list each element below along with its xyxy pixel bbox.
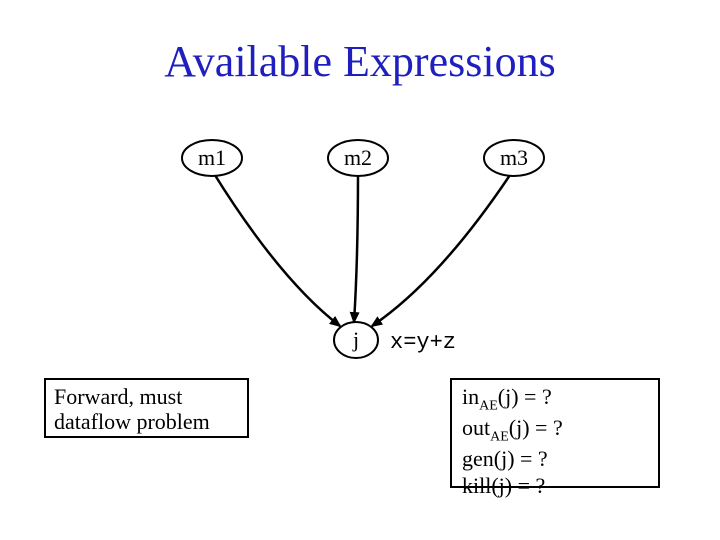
node-j-label: j xyxy=(352,327,359,352)
eqn-in-suffix: (j) = ? xyxy=(498,384,552,409)
node-m2-label: m2 xyxy=(344,145,372,170)
forward-line2: dataflow problem xyxy=(54,409,239,434)
eqn-in-sub: AE xyxy=(479,398,498,413)
forward-line1: Forward, must xyxy=(54,384,239,409)
eqn-out: outAE(j) = ? xyxy=(462,415,648,446)
edge-m3-j xyxy=(372,172,512,326)
node-m3: m3 xyxy=(484,140,544,176)
eqn-kill: kill(j) = ? xyxy=(462,473,648,499)
node-m1: m1 xyxy=(182,140,242,176)
node-m2: m2 xyxy=(328,140,388,176)
eqn-out-prefix: out xyxy=(462,415,490,440)
edge-m1-j xyxy=(213,172,340,326)
eqn-gen: gen(j) = ? xyxy=(462,446,648,472)
eqn-in-prefix: in xyxy=(462,384,479,409)
eqn-out-suffix: (j) = ? xyxy=(509,415,563,440)
node-m3-label: m3 xyxy=(500,145,528,170)
edge-m2-j xyxy=(354,172,358,322)
eqn-out-sub: AE xyxy=(490,430,509,445)
edges xyxy=(213,172,512,326)
eqn-in: inAE(j) = ? xyxy=(462,384,648,415)
slide: Available Expressions m1 m2 m3 xyxy=(0,0,720,540)
node-j: j xyxy=(334,322,378,358)
node-m1-label: m1 xyxy=(198,145,226,170)
forward-box: Forward, must dataflow problem xyxy=(44,378,249,438)
equations-box: inAE(j) = ? outAE(j) = ? gen(j) = ? kill… xyxy=(450,378,660,488)
node-j-expr: x=y+z xyxy=(390,330,456,355)
